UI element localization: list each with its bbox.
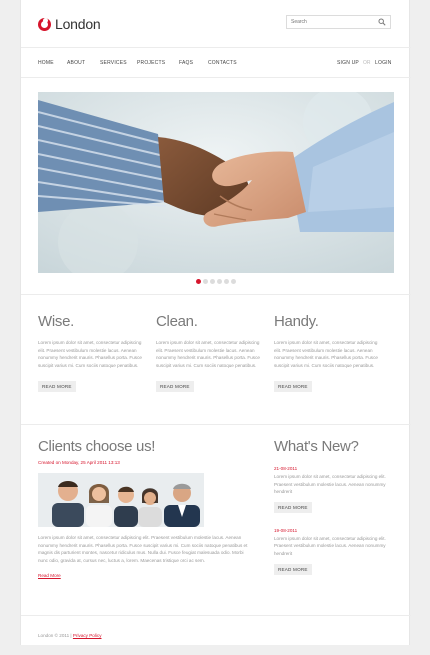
auth-separator: OR <box>363 60 371 66</box>
logo-mark-icon <box>38 17 51 31</box>
footer-copyright: London © 2011 | <box>38 633 72 638</box>
nav-item-contacts[interactable]: CONTACTS <box>208 60 237 66</box>
created-date: Created on Monday, 25 April 2011 13:13 <box>38 460 120 465</box>
divider <box>21 615 411 616</box>
slider-dot[interactable] <box>203 279 208 284</box>
section-title: Clients choose us! <box>38 438 156 455</box>
slider-dot[interactable] <box>217 279 222 284</box>
main-nav: HOME ABOUT SERVICES PROJECTS FAQS CONTAC… <box>21 47 411 78</box>
feature-text: Lorem ipsum dolor sit amet, consectetur … <box>156 340 260 368</box>
read-more-button[interactable]: READ MORE <box>274 381 312 393</box>
nav-item-faqs[interactable]: FAQS <box>179 60 193 66</box>
section-title: What's New? <box>274 438 359 455</box>
clients-section: Clients choose us! Created on Monday, 25… <box>38 438 258 582</box>
search-box <box>286 15 391 29</box>
divider <box>21 424 411 425</box>
feature-column: Handy. Lorem ipsum dolor sit amet, conse… <box>274 313 384 393</box>
team-photo <box>38 473 204 527</box>
news-text: Lorem ipsum dolor sit amet, consectetur … <box>274 535 386 556</box>
read-more-button[interactable]: READ MORE <box>156 381 194 393</box>
slider-dot[interactable] <box>231 279 236 284</box>
read-more-button[interactable]: READ MORE <box>274 563 312 575</box>
feature-title: Handy. <box>274 313 319 330</box>
feature-column: Clean. Lorem ipsum dolor sit amet, conse… <box>156 313 266 393</box>
feature-column: Wise. Lorem ipsum dolor sit amet, consec… <box>38 313 148 393</box>
slider-dot[interactable] <box>210 279 215 284</box>
page: London HOME ABOUT SERVICES PROJECTS FAQS… <box>20 0 411 645</box>
hero-slider-image <box>38 92 394 273</box>
nav-item-projects[interactable]: PROJECTS <box>137 60 165 66</box>
news-section: What's New? 21-08-2011 Lorem ipsum dolor… <box>274 438 394 576</box>
privacy-policy-link[interactable]: Privacy Policy <box>73 633 102 638</box>
clients-text: Lorem ipsum dolor sit amet, consectetur … <box>38 535 248 563</box>
divider <box>21 294 411 295</box>
footer: London © 2011 | Privacy Policy <box>38 633 102 638</box>
news-text: Lorem ipsum dolor sit amet, consectetur … <box>274 474 386 495</box>
news-date: 19-08-2011 <box>274 527 298 533</box>
slider-dot[interactable] <box>224 279 229 284</box>
slider-dot[interactable] <box>196 279 201 284</box>
nav-item-services[interactable]: SERVICES <box>100 60 127 66</box>
nav-item-home[interactable]: HOME <box>38 60 54 66</box>
read-more-button[interactable]: READ MORE <box>38 381 76 393</box>
nav-item-about[interactable]: ABOUT <box>67 60 85 66</box>
slider-pagination <box>196 279 236 284</box>
logo-text: London <box>55 16 101 32</box>
handshake-photo <box>38 92 394 273</box>
news-item: 19-08-2011 Lorem ipsum dolor sit amet, c… <box>274 528 394 576</box>
read-more-link[interactable]: Read More <box>38 573 61 578</box>
feature-title: Clean. <box>156 313 198 330</box>
feature-title: Wise. <box>38 313 75 330</box>
search-input[interactable] <box>291 19 377 25</box>
feature-text: Lorem ipsum dolor sit amet, consectetur … <box>38 340 142 368</box>
news-date: 21-08-2011 <box>274 466 298 471</box>
search-icon[interactable] <box>378 18 386 26</box>
login-link[interactable]: LOGIN <box>375 60 392 66</box>
team-photo-image <box>38 473 204 527</box>
logo[interactable]: London <box>38 16 101 32</box>
news-item: 21-08-2011 Lorem ipsum dolor sit amet, c… <box>274 466 394 514</box>
feature-text: Lorem ipsum dolor sit amet, consectetur … <box>274 340 378 368</box>
signup-link[interactable]: SIGN UP <box>337 60 359 66</box>
read-more-button[interactable]: READ MORE <box>274 501 312 513</box>
